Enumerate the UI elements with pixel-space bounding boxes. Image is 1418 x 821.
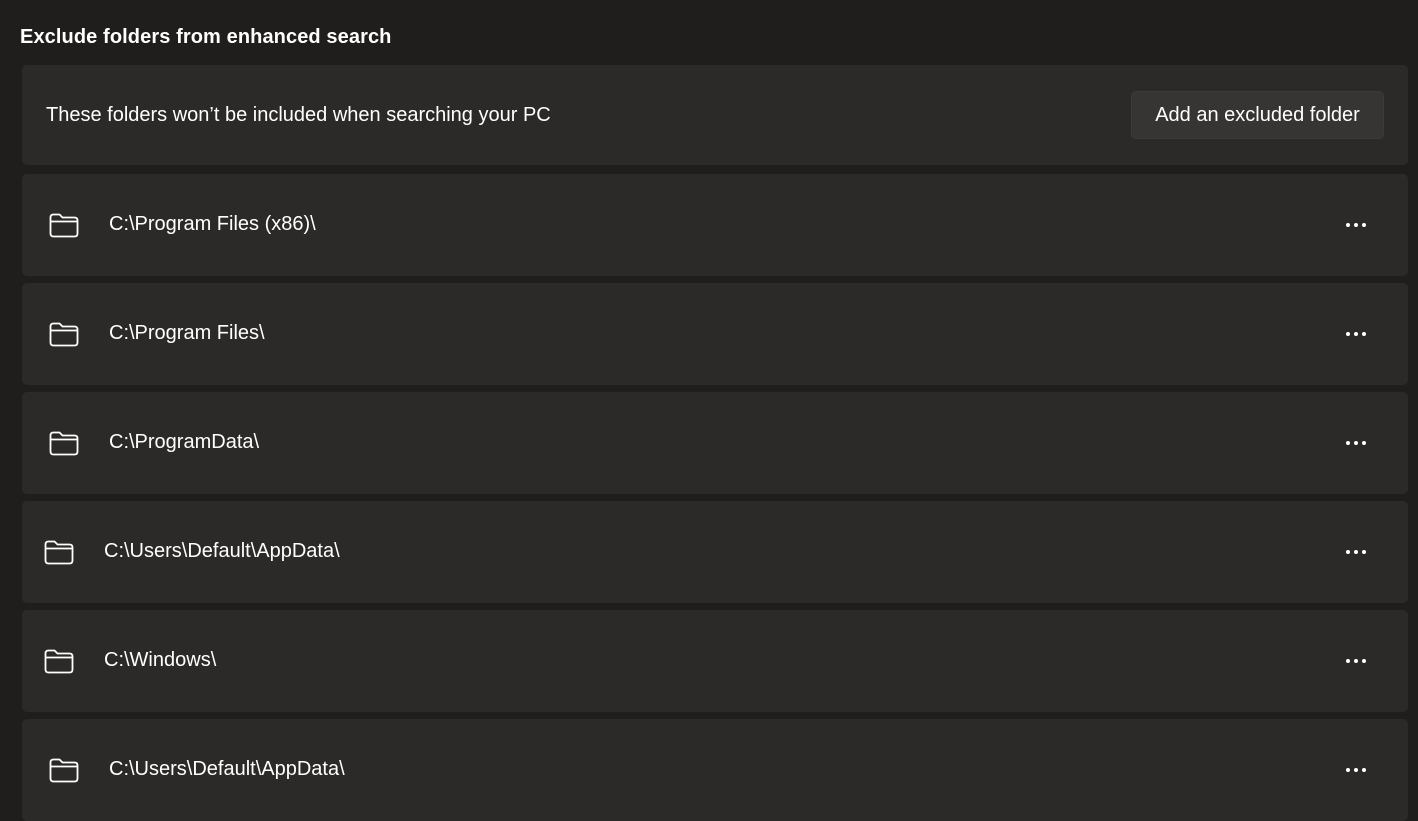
more-options-button[interactable] (1332, 319, 1380, 349)
excluded-folder-row: C:\Program Files\ (22, 283, 1408, 385)
excluded-folders-description: These folders won’t be included when sea… (46, 104, 551, 126)
excluded-folder-row: C:\ProgramData\ (22, 392, 1408, 494)
more-options-icon (1346, 768, 1366, 772)
more-options-button[interactable] (1332, 537, 1380, 567)
folder-path: C:\Program Files (x86)\ (109, 213, 316, 235)
excluded-folder-row: C:\Windows\ (22, 610, 1408, 712)
folder-icon (49, 431, 79, 456)
folder-path: C:\Program Files\ (109, 322, 265, 344)
more-options-icon (1346, 332, 1366, 336)
excluded-folders-header-card: These folders won’t be included when sea… (22, 65, 1408, 165)
folder-path: C:\Windows\ (104, 649, 217, 671)
add-excluded-folder-button[interactable]: Add an excluded folder (1131, 91, 1384, 139)
more-options-button[interactable] (1332, 428, 1380, 458)
folder-icon (49, 213, 79, 238)
excluded-folder-row: C:\Users\Default\AppData\ (22, 719, 1408, 821)
folder-path: C:\Users\Default\AppData\ (104, 540, 340, 562)
folder-path: C:\Users\Default\AppData\ (109, 758, 345, 780)
folder-icon (49, 758, 79, 783)
section-title: Exclude folders from enhanced search (20, 26, 392, 48)
folder-icon (44, 540, 74, 565)
excluded-folder-row: C:\Program Files (x86)\ (22, 174, 1408, 276)
more-options-icon (1346, 441, 1366, 445)
more-options-icon (1346, 223, 1366, 227)
more-options-icon (1346, 659, 1366, 663)
excluded-folder-row: C:\Users\Default\AppData\ (22, 501, 1408, 603)
more-options-icon (1346, 550, 1366, 554)
more-options-button[interactable] (1332, 646, 1380, 676)
folder-icon (49, 322, 79, 347)
folder-path: C:\ProgramData\ (109, 431, 260, 453)
folder-icon (44, 649, 74, 674)
more-options-button[interactable] (1332, 755, 1380, 785)
more-options-button[interactable] (1332, 210, 1380, 240)
